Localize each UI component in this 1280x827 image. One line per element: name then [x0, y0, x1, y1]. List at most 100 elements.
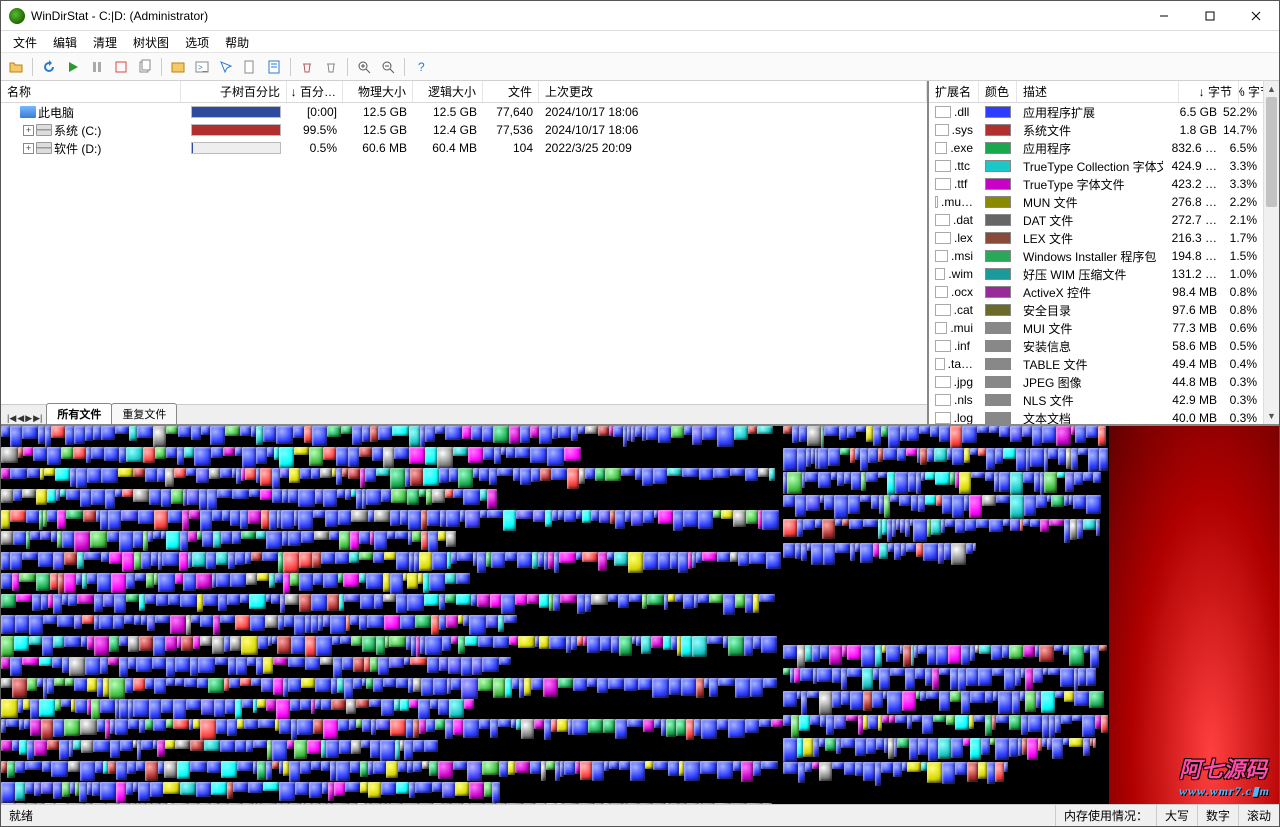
- ext-row[interactable]: .log文本文档40.0 MB0.3%: [929, 409, 1263, 424]
- minimize-button[interactable]: [1141, 1, 1187, 31]
- menu-help[interactable]: 帮助: [217, 31, 257, 52]
- col-ext[interactable]: 扩展名: [929, 81, 979, 102]
- titlebar[interactable]: WinDirStat - C:|D: (Administrator): [1, 1, 1279, 31]
- separator: [290, 58, 291, 76]
- status-ready: 就绪: [1, 805, 1055, 826]
- color-swatch: [985, 178, 1011, 190]
- col-pct[interactable]: ↓ 百分…: [287, 81, 343, 102]
- separator: [32, 58, 33, 76]
- recycle-icon[interactable]: [296, 56, 318, 78]
- ext-row[interactable]: .ta…TABLE 文件49.4 MB0.4%: [929, 355, 1263, 373]
- stop-icon[interactable]: [110, 56, 132, 78]
- tree-row[interactable]: +软件 (D:)0.5%60.6 MB60.4 MB1042022/3/25 2…: [1, 139, 927, 157]
- delete-icon[interactable]: [320, 56, 342, 78]
- copy-icon[interactable]: [134, 56, 156, 78]
- ext-row[interactable]: .inf安装信息58.6 MB0.5%: [929, 337, 1263, 355]
- menubar: 文件 编辑 清理 树状图 选项 帮助: [1, 31, 1279, 53]
- drive-icon: [36, 124, 52, 136]
- color-swatch: [985, 196, 1011, 208]
- file-icon: [935, 178, 951, 190]
- tab-duplicate-files[interactable]: 重复文件: [111, 403, 177, 424]
- ext-row[interactable]: .cat安全目录97.6 MB0.8%: [929, 301, 1263, 319]
- expand-icon[interactable]: +: [23, 143, 34, 154]
- menu-treemap[interactable]: 树状图: [125, 31, 177, 52]
- ext-header: 扩展名 颜色 描述 ↓ 字节 % 字节: [929, 81, 1279, 103]
- col-physical[interactable]: 物理大小: [343, 81, 413, 102]
- refresh-icon[interactable]: [38, 56, 60, 78]
- play-icon[interactable]: [62, 56, 84, 78]
- col-bytes[interactable]: ↓ 字节: [1179, 81, 1239, 102]
- file-icon: [935, 286, 948, 298]
- maximize-button[interactable]: [1187, 1, 1233, 31]
- help-icon[interactable]: ?: [410, 56, 432, 78]
- statusbar: 就绪 内存使用情况： 大写 数字 滚动: [1, 804, 1279, 826]
- ext-body[interactable]: .dll应用程序扩展6.5 GB52.2%.sys系统文件1.8 GB14.7%…: [929, 103, 1279, 424]
- pc-icon: [20, 106, 36, 118]
- col-subtree-pct[interactable]: 子树百分比: [181, 81, 287, 102]
- separator: [161, 58, 162, 76]
- ext-row[interactable]: .lexLEX 文件216.3 …1.7%: [929, 229, 1263, 247]
- zoom-in-icon[interactable]: [353, 56, 375, 78]
- app-icon: [9, 8, 25, 24]
- ext-scrollbar[interactable]: ▲ ▼: [1263, 81, 1279, 424]
- menu-file[interactable]: 文件: [5, 31, 45, 52]
- tree-body[interactable]: 此电脑[0:00]12.5 GB12.5 GB77,6402024/10/17 …: [1, 103, 927, 404]
- col-name[interactable]: 名称: [1, 81, 181, 102]
- ext-row[interactable]: .datDAT 文件272.7 …2.1%: [929, 211, 1263, 229]
- color-swatch: [985, 304, 1011, 316]
- col-modified[interactable]: 上次更改: [539, 81, 927, 102]
- col-desc[interactable]: 描述: [1017, 81, 1179, 102]
- ext-row[interactable]: .nlsNLS 文件42.9 MB0.3%: [929, 391, 1263, 409]
- cmd-icon[interactable]: >_: [191, 56, 213, 78]
- ext-row[interactable]: .ttfTrueType 字体文件423.2 …3.3%: [929, 175, 1263, 193]
- tree-row[interactable]: +系统 (C:)99.5%12.5 GB12.4 GB77,5362024/10…: [1, 121, 927, 139]
- color-swatch: [985, 412, 1011, 424]
- color-swatch: [985, 106, 1011, 118]
- menu-edit[interactable]: 编辑: [45, 31, 85, 52]
- tab-prev-icon[interactable]: ◀: [17, 413, 24, 424]
- ext-row[interactable]: .muiMUI 文件77.3 MB0.6%: [929, 319, 1263, 337]
- open-icon[interactable]: [5, 56, 27, 78]
- scroll-down-icon[interactable]: ▼: [1264, 408, 1279, 424]
- file-icon: [935, 394, 951, 406]
- menu-options[interactable]: 选项: [177, 31, 217, 52]
- copy-path-icon[interactable]: [239, 56, 261, 78]
- separator: [404, 58, 405, 76]
- zoom-out-icon[interactable]: [377, 56, 399, 78]
- ext-row[interactable]: .ttcTrueType Collection 字体文…424.9 …3.3%: [929, 157, 1263, 175]
- status-caps: 大写: [1156, 805, 1197, 826]
- color-swatch: [985, 376, 1011, 388]
- ext-row[interactable]: .msiWindows Installer 程序包194.8 …1.5%: [929, 247, 1263, 265]
- tree-row[interactable]: 此电脑[0:00]12.5 GB12.5 GB77,6402024/10/17 …: [1, 103, 927, 121]
- ext-row[interactable]: .jpgJPEG 图像44.8 MB0.3%: [929, 373, 1263, 391]
- scroll-up-icon[interactable]: ▲: [1264, 81, 1279, 97]
- col-logical[interactable]: 逻辑大小: [413, 81, 483, 102]
- col-color[interactable]: 颜色: [979, 81, 1017, 102]
- tab-first-icon[interactable]: |◀: [7, 413, 16, 424]
- tree-item-label: 此电脑: [38, 104, 74, 121]
- menu-cleanup[interactable]: 清理: [85, 31, 125, 52]
- tab-last-icon[interactable]: ▶|: [33, 413, 42, 424]
- explorer-icon[interactable]: [167, 56, 189, 78]
- tab-next-icon[interactable]: ▶: [25, 413, 32, 424]
- select-icon[interactable]: [215, 56, 237, 78]
- close-button[interactable]: [1233, 1, 1279, 31]
- svg-text:>_: >_: [198, 63, 208, 72]
- treemap-view[interactable]: [1, 426, 1279, 804]
- ext-row[interactable]: .exe应用程序832.6 …6.5%: [929, 139, 1263, 157]
- color-swatch: [985, 160, 1011, 172]
- ext-row[interactable]: .dll应用程序扩展6.5 GB52.2%: [929, 103, 1263, 121]
- properties-icon[interactable]: [263, 56, 285, 78]
- ext-row[interactable]: .sys系统文件1.8 GB14.7%: [929, 121, 1263, 139]
- tree-item-label: 软件 (D:): [54, 140, 101, 157]
- col-files[interactable]: 文件: [483, 81, 539, 102]
- ext-row[interactable]: .mu…MUN 文件276.8 …2.2%: [929, 193, 1263, 211]
- pause-icon[interactable]: [86, 56, 108, 78]
- color-swatch: [985, 124, 1011, 136]
- directory-tree-panel: 名称 子树百分比 ↓ 百分… 物理大小 逻辑大小 文件 上次更改 此电脑[0:0…: [1, 81, 929, 424]
- scroll-thumb[interactable]: [1266, 97, 1277, 207]
- expand-icon[interactable]: +: [23, 125, 34, 136]
- ext-row[interactable]: .wim好压 WIM 压缩文件131.2 …1.0%: [929, 265, 1263, 283]
- tab-all-files[interactable]: 所有文件: [46, 403, 112, 424]
- ext-row[interactable]: .ocxActiveX 控件98.4 MB0.8%: [929, 283, 1263, 301]
